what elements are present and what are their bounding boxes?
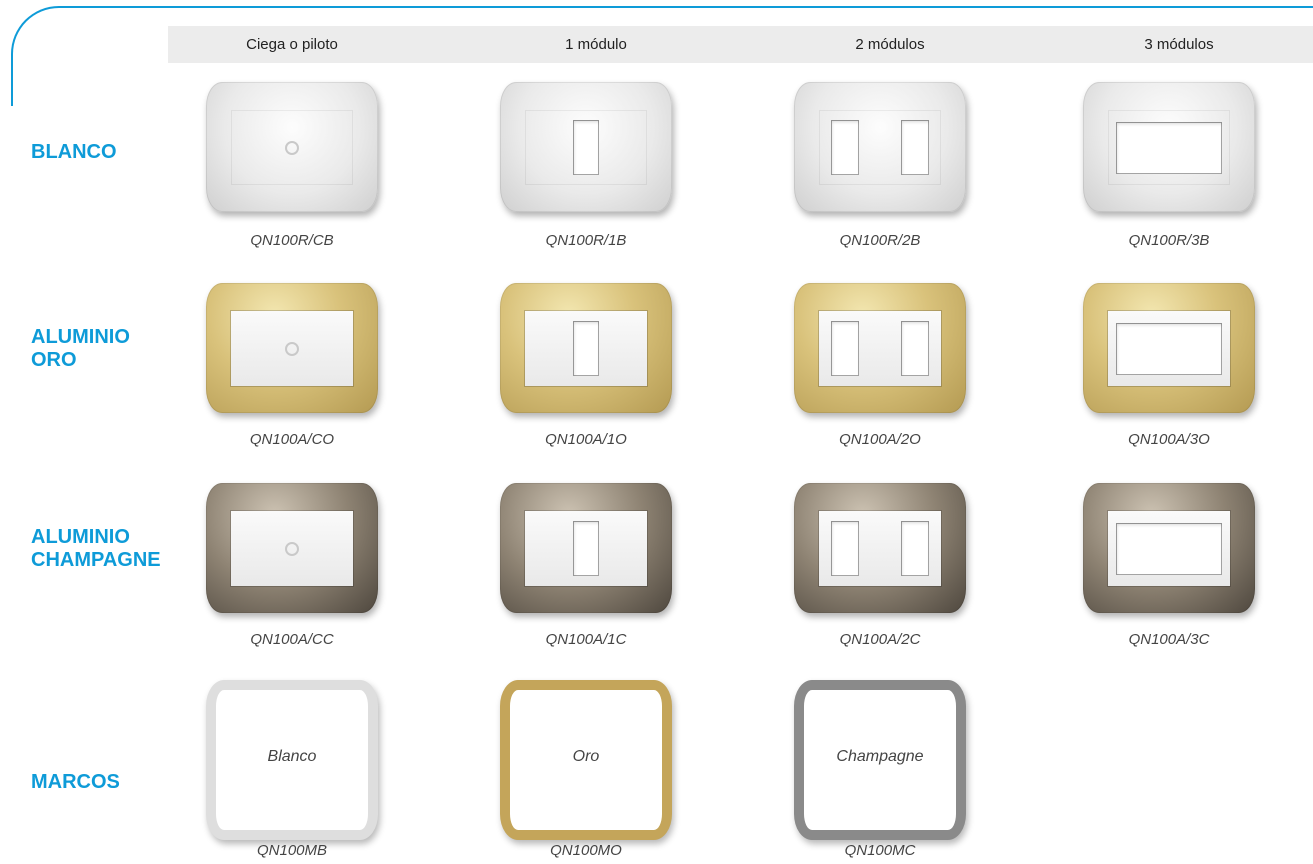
- product-code: QN100MB: [256, 842, 328, 859]
- plate-champagne-1-modulo: [500, 483, 672, 613]
- product-code: QN100R/1B: [545, 232, 627, 249]
- frame-oro: Oro: [500, 680, 672, 840]
- row-label-marcos: MARCOS: [31, 771, 120, 793]
- pilot-light-icon: [285, 341, 299, 356]
- product-code: QN100A/1O: [545, 431, 627, 448]
- module-slot: [1116, 122, 1222, 174]
- product-code: QN100A/2O: [839, 431, 921, 448]
- product-code: QN100R/CB: [250, 232, 334, 249]
- product-code: QN100MO: [550, 842, 622, 859]
- module-slot: [831, 321, 859, 376]
- plate-oro-2-modulos: [794, 283, 966, 413]
- module-slot: [831, 521, 859, 576]
- product-code: QN100A/2C: [839, 631, 921, 648]
- column-header-1-modulo: 1 módulo: [565, 36, 627, 53]
- module-slot: [901, 321, 929, 376]
- plate-champagne-3-modulos: [1083, 483, 1255, 613]
- pilot-light-icon: [285, 541, 299, 556]
- plate-blanco-1-modulo: [500, 82, 672, 212]
- product-code: QN100A/CC: [250, 631, 334, 648]
- row-label-aluminio-oro: ALUMINIO ORO: [31, 326, 130, 371]
- frame-label: Blanco: [267, 748, 317, 765]
- plate-blanco-2-modulos: [794, 82, 966, 212]
- column-header-ciega: Ciega o piloto: [246, 36, 338, 53]
- plate-oro-1-modulo: [500, 283, 672, 413]
- module-slot: [1116, 523, 1222, 575]
- module-slot: [901, 521, 929, 576]
- plate-blanco-3-modulos: [1083, 82, 1255, 212]
- product-code: QN100A/3C: [1128, 631, 1210, 648]
- module-slot: [573, 120, 599, 175]
- frame-label: Oro: [572, 748, 600, 765]
- column-header-3-modulos: 3 módulos: [1144, 36, 1214, 53]
- product-code: QN100A/CO: [249, 431, 335, 448]
- pilot-light-icon: [285, 140, 299, 155]
- module-slot: [573, 321, 599, 376]
- row-label-aluminio-champagne: ALUMINIO CHAMPAGNE: [31, 526, 161, 571]
- frame-champagne: Champagne: [794, 680, 966, 840]
- plate-oro-ciega: [206, 283, 378, 413]
- module-slot: [831, 120, 859, 175]
- module-slot: [1116, 323, 1222, 375]
- product-code: QN100A/3O: [1128, 431, 1210, 448]
- plate-champagne-2-modulos: [794, 483, 966, 613]
- plate-champagne-ciega: [206, 483, 378, 613]
- product-code: QN100MC: [844, 842, 916, 859]
- product-code: QN100R/3B: [1128, 232, 1210, 249]
- product-code: QN100R/2B: [839, 232, 921, 249]
- product-code: QN100A/1C: [545, 631, 627, 648]
- frame-blanco: Blanco: [206, 680, 378, 840]
- module-slot: [573, 521, 599, 576]
- column-header-2-modulos: 2 módulos: [855, 36, 925, 53]
- plate-oro-3-modulos: [1083, 283, 1255, 413]
- row-label-blanco: BLANCO: [31, 141, 117, 163]
- frame-label: Champagne: [836, 748, 924, 765]
- module-slot: [901, 120, 929, 175]
- plate-blanco-ciega: [206, 82, 378, 212]
